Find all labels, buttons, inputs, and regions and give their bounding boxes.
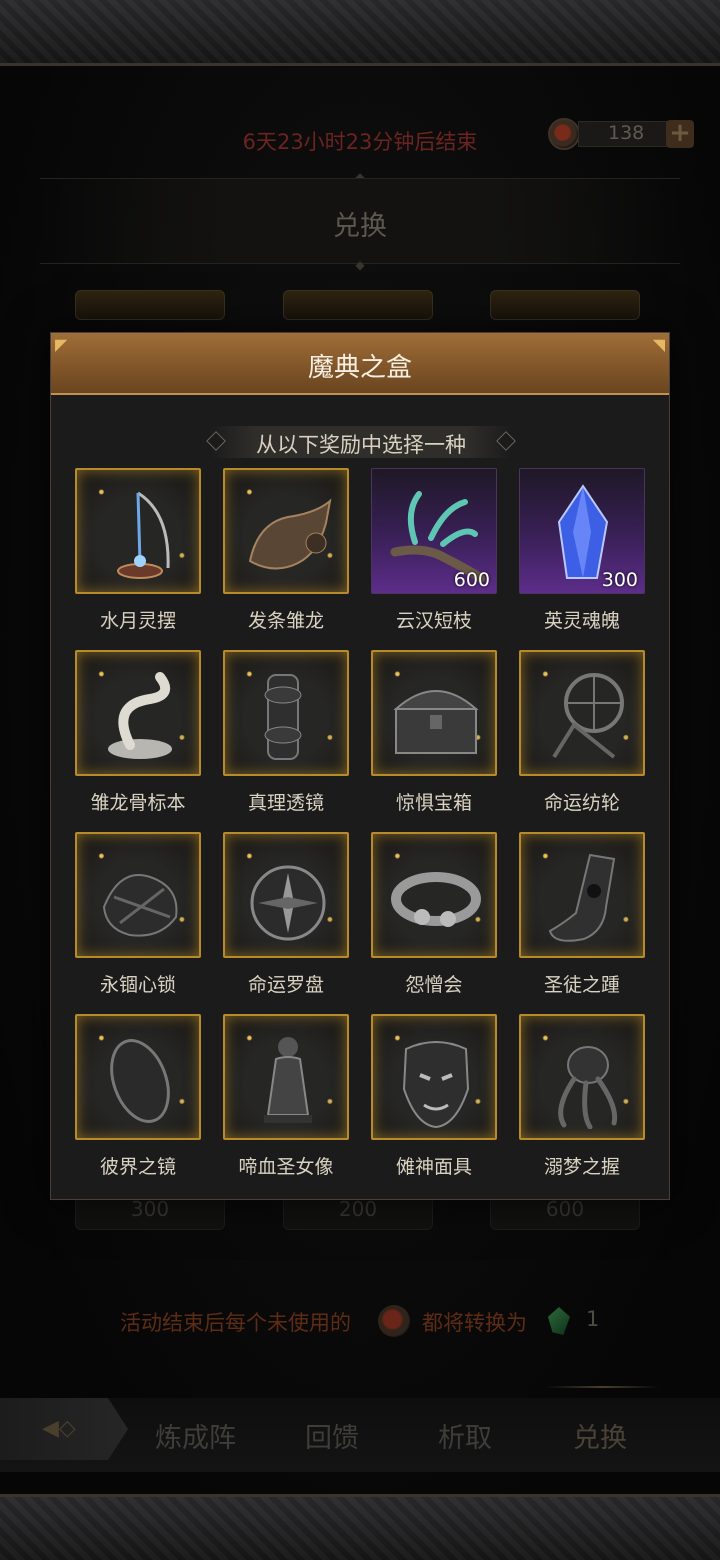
reward-item[interactable]: 水月灵摆 [75, 468, 201, 638]
foot-icon [548, 853, 616, 942]
reward-name: 彼界之镜 [99, 1156, 176, 1178]
heart-lock-icon [102, 874, 178, 937]
conversion-note: 活动结束后每个未使用的 都将转换为 1 [100, 1305, 640, 1339]
green-gem-icon [548, 1307, 570, 1335]
shop-item-top[interactable] [75, 290, 225, 320]
reward-name: 圣徒之踵 [543, 974, 620, 996]
reward-item[interactable]: 雏龙骨标本 [75, 650, 201, 820]
reward-item[interactable]: 圣徒之踵 [519, 832, 645, 1002]
conversion-note-prefix: 活动结束后每个未使用的 [120, 1311, 351, 1335]
reward-name: 命运罗盘 [247, 974, 324, 996]
reward-name: 溺梦之握 [543, 1156, 620, 1178]
mask-icon [402, 1041, 470, 1129]
reward-tile[interactable] [223, 832, 349, 958]
reward-item[interactable]: 真理透镜 [223, 650, 349, 820]
diamond-ornament-icon: ◆ [355, 258, 365, 272]
reward-tile[interactable] [75, 468, 201, 594]
token-orb-icon [548, 118, 580, 150]
reward-tile[interactable]: 600 [371, 468, 497, 594]
reward-item[interactable]: 傩神面具 [371, 1014, 497, 1184]
reward-name: 云汉短枝 [395, 610, 472, 632]
reward-selection-modal: ◤ ◥ 魔典之盒 从以下奖励中选择一种 水月灵摆 发条雏龙 600 云汉短枝 300 英灵… [50, 332, 670, 1200]
currency-count: 138 [608, 122, 645, 144]
bone-specimen-icon [108, 672, 172, 759]
reward-name: 惊惧宝箱 [395, 792, 472, 814]
reward-name: 傩神面具 [395, 1156, 472, 1178]
reward-tile[interactable] [75, 832, 201, 958]
modal-title: 魔典之盒 [307, 353, 412, 383]
reward-tile[interactable]: 300 [519, 468, 645, 594]
active-tab-indicator [545, 1386, 660, 1388]
bracelet-icon [391, 872, 481, 927]
pendulum-icon [117, 491, 170, 579]
reward-tile[interactable] [371, 650, 497, 776]
reward-tile[interactable] [75, 1014, 201, 1140]
tab-rewards[interactable]: 回馈 [305, 1416, 359, 1455]
reward-item[interactable]: 300 英灵魂魄 [519, 468, 645, 638]
reward-tile[interactable] [223, 468, 349, 594]
shop-item-top[interactable] [490, 290, 640, 320]
bottom-frame [0, 1494, 720, 1560]
subtitle-bar: 从以下奖励中选择一种 [206, 426, 516, 458]
reward-item[interactable]: 溺梦之握 [519, 1014, 645, 1184]
reward-tile[interactable] [223, 650, 349, 776]
reward-name: 永锢心锁 [99, 974, 176, 996]
reward-item[interactable]: 600 云汉短枝 [371, 468, 497, 638]
reward-name: 雏龙骨标本 [90, 792, 186, 814]
compass-icon [250, 865, 326, 941]
reward-tile[interactable] [75, 650, 201, 776]
reward-tile[interactable] [519, 832, 645, 958]
reward-name: 啼血圣女像 [238, 1156, 334, 1178]
exchange-banner: 兑换 [40, 178, 680, 264]
reward-name: 英灵魂魄 [543, 610, 620, 632]
reward-item[interactable]: 惊惧宝箱 [371, 650, 497, 820]
lens-icon [264, 674, 302, 760]
tab-alchemy-circle[interactable]: 炼成阵 [155, 1416, 236, 1455]
branch-icon [390, 491, 485, 582]
back-button[interactable]: ◀◇ [0, 1398, 128, 1460]
shop-item-top[interactable] [283, 290, 433, 320]
token-orb-icon [378, 1305, 410, 1337]
reward-tile[interactable] [519, 650, 645, 776]
reward-item[interactable]: 啼血圣女像 [223, 1014, 349, 1184]
add-currency-button[interactable]: + [666, 120, 694, 148]
reward-quantity: 300 [601, 569, 638, 591]
conversion-note-suffix: 都将转换为 [422, 1311, 527, 1335]
reward-quantity: 600 [453, 569, 490, 591]
reward-item[interactable]: 彼界之镜 [75, 1014, 201, 1184]
reward-item[interactable]: 怨憎会 [371, 832, 497, 1002]
reward-tile[interactable] [519, 1014, 645, 1140]
gem-count: 1 [586, 1307, 600, 1331]
modal-header: ◤ ◥ 魔典之盒 [51, 333, 669, 395]
tab-exchange[interactable]: 兑换 [573, 1416, 627, 1455]
spinning-wheel-icon [552, 673, 624, 759]
bottom-nav: ◀◇ 炼成阵 回馈 析取 兑换 [0, 1398, 720, 1472]
back-arrow-icon: ◀◇ [42, 1416, 76, 1441]
currency-display: 138 + [548, 118, 698, 150]
tab-extract[interactable]: 析取 [438, 1416, 492, 1455]
reward-tile[interactable] [371, 832, 497, 958]
reward-item[interactable]: 命运罗盘 [223, 832, 349, 1002]
reward-tile[interactable] [371, 1014, 497, 1140]
exchange-title: 兑换 [333, 211, 387, 242]
event-timer: 6天23小时23分钟后结束 [242, 130, 478, 154]
reward-tile[interactable] [223, 1014, 349, 1140]
reward-name: 真理透镜 [247, 792, 324, 814]
reward-item[interactable]: 永锢心锁 [75, 832, 201, 1002]
statue-icon [264, 1037, 312, 1123]
claw-icon [558, 1046, 618, 1129]
reward-name: 怨憎会 [405, 974, 463, 996]
modal-subtitle: 从以下奖励中选择一种 [256, 433, 466, 457]
chest-icon [393, 690, 479, 754]
reward-name: 命运纺轮 [543, 792, 620, 814]
top-frame [0, 0, 720, 66]
reward-item[interactable]: 命运纺轮 [519, 650, 645, 820]
mirror-icon [110, 1039, 170, 1123]
reward-name: 发条雏龙 [247, 610, 324, 632]
reward-name: 水月灵摆 [99, 610, 176, 632]
dragon-icon [248, 498, 332, 570]
reward-item[interactable]: 发条雏龙 [223, 468, 349, 638]
crystal-icon [557, 484, 609, 579]
